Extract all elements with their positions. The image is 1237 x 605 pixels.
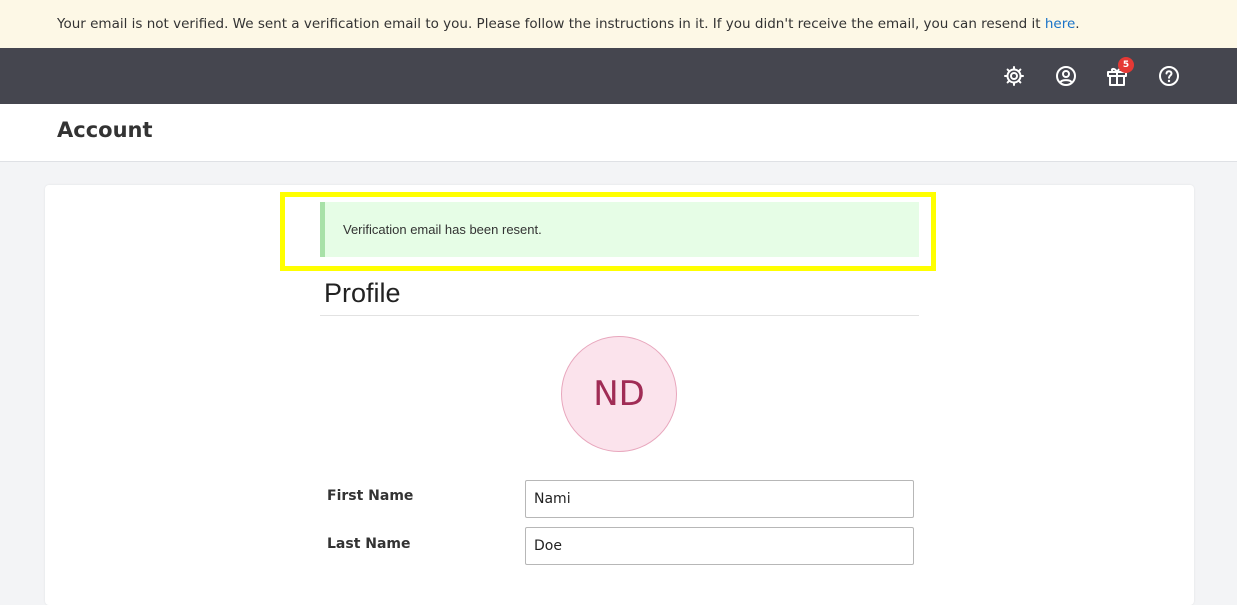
page-header: Account	[0, 104, 1237, 162]
settings-icon[interactable]	[1002, 64, 1026, 88]
profile-heading: Profile	[324, 278, 401, 308]
gift-icon[interactable]: 5	[1105, 57, 1134, 88]
highlight-annotation	[280, 192, 936, 271]
last-name-label: Last Name	[327, 536, 411, 552]
verification-trailing: .	[1075, 16, 1080, 32]
help-icon[interactable]	[1157, 64, 1181, 88]
first-name-label: First Name	[327, 488, 414, 504]
avatar[interactable]: ND	[561, 336, 677, 452]
account-circle-icon[interactable]	[1054, 64, 1078, 88]
resend-verification-link[interactable]: here	[1045, 16, 1075, 32]
email-verification-banner: Your email is not verified. We sent a ve…	[0, 0, 1237, 48]
page-title: Account	[57, 118, 153, 142]
profile-divider	[320, 315, 919, 316]
gift-notification-badge: 5	[1118, 57, 1134, 73]
top-navigation-bar: 5	[0, 48, 1237, 104]
first-name-input[interactable]	[525, 480, 914, 518]
verification-message: Your email is not verified. We sent a ve…	[57, 16, 1045, 32]
last-name-input[interactable]	[525, 527, 914, 565]
